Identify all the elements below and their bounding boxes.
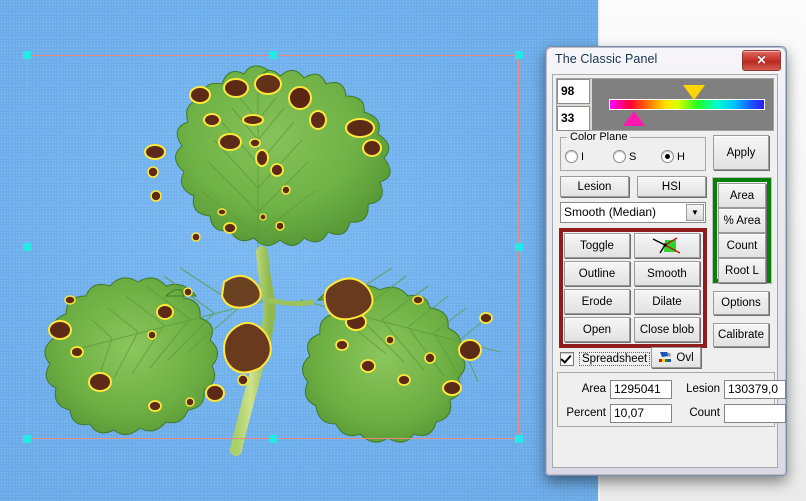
arrow-blob-icon-button[interactable] xyxy=(634,233,700,258)
morphology-group: Toggle Outline Smooth Erode Dilate Open xyxy=(559,228,707,348)
lesion-field-label: Lesion xyxy=(686,383,720,395)
count-button[interactable]: Count xyxy=(718,233,766,258)
color-plane-group: Color Plane I S H xyxy=(560,131,706,171)
dialog-client-area: 98 33 Color Plane I S H Apply Lesion HSI… xyxy=(552,74,786,468)
percent-value-field[interactable]: 10,07 xyxy=(610,404,672,423)
dialog-titlebar[interactable]: The Classic Panel ✕ xyxy=(546,47,786,73)
selection-handle-middle-left[interactable] xyxy=(23,243,31,251)
threshold-low-input[interactable]: 33 xyxy=(557,106,590,131)
ovl-button[interactable]: Ovl xyxy=(651,347,701,368)
checkbox-icon-spreadsheet[interactable] xyxy=(560,352,574,366)
selection-handle-bottom-center[interactable] xyxy=(269,435,277,443)
chevron-down-icon[interactable]: ▼ xyxy=(686,204,704,221)
percent-area-button[interactable]: % Area xyxy=(718,208,766,233)
outline-button[interactable]: Outline xyxy=(564,261,630,286)
root-length-button[interactable]: Root L xyxy=(718,258,766,283)
count-value-field[interactable] xyxy=(724,404,786,423)
selection-handle-top-left[interactable] xyxy=(23,51,31,59)
hue-threshold-panel[interactable]: 98 33 xyxy=(556,78,774,131)
measurement-group: Area % Area Count Root L xyxy=(713,178,771,283)
color-plane-legend: Color Plane xyxy=(567,131,631,143)
lesion-button[interactable]: Lesion xyxy=(560,176,629,197)
arrow-blob-icon xyxy=(652,236,681,254)
close-icon[interactable]: ✕ xyxy=(742,50,781,71)
threshold-high-input[interactable]: 98 xyxy=(557,79,590,104)
dialog-title: The Classic Panel xyxy=(555,52,658,66)
ovl-label: Ovl xyxy=(676,351,694,364)
hsi-button[interactable]: HSI xyxy=(637,176,706,197)
color-plane-radios: I S H xyxy=(565,150,703,163)
percent-field-label: Percent xyxy=(566,407,606,419)
count-field-label: Count xyxy=(689,407,720,419)
overlay-paint-icon xyxy=(659,352,672,362)
selection-handle-top-right[interactable] xyxy=(515,51,523,59)
lesion-value-field[interactable]: 130379,0 xyxy=(724,380,786,399)
results-group: Area 1295041 Lesion 130379,0 Percent 10,… xyxy=(557,372,786,427)
radio-label-s: S xyxy=(629,150,637,163)
area-value-field[interactable]: 1295041 xyxy=(610,380,672,399)
erode-button[interactable]: Erode xyxy=(564,289,630,314)
selection-handle-top-center[interactable] xyxy=(269,51,277,59)
selection-handle-bottom-left[interactable] xyxy=(23,435,31,443)
radio-color-plane-s[interactable]: S xyxy=(613,150,661,163)
radio-icon-i[interactable] xyxy=(565,150,578,163)
hue-slider-area[interactable] xyxy=(592,79,773,130)
radio-icon-h[interactable] xyxy=(661,150,674,163)
radio-icon-s[interactable] xyxy=(613,150,626,163)
open-button[interactable]: Open xyxy=(564,317,630,342)
toggle-button[interactable]: Toggle xyxy=(564,233,630,258)
radio-color-plane-h[interactable]: H xyxy=(661,150,685,163)
filter-dropdown-value: Smooth (Median) xyxy=(564,205,657,219)
selection-rectangle[interactable] xyxy=(27,55,519,439)
apply-button[interactable]: Apply xyxy=(713,135,769,170)
classic-panel-dialog[interactable]: The Classic Panel ✕ 98 33 Color Plane I … xyxy=(545,46,787,476)
calibrate-button[interactable]: Calibrate xyxy=(713,323,769,347)
radio-label-i: I xyxy=(581,150,585,163)
area-button[interactable]: Area xyxy=(718,183,766,208)
image-canvas[interactable] xyxy=(0,0,598,501)
selection-handle-bottom-right[interactable] xyxy=(515,435,523,443)
area-field-label: Area xyxy=(581,383,606,395)
spreadsheet-checkbox-row[interactable]: Spreadsheet xyxy=(560,352,651,366)
smooth-button[interactable]: Smooth xyxy=(634,261,700,286)
workspace: The Classic Panel ✕ 98 33 Color Plane I … xyxy=(0,0,806,501)
radio-color-plane-i[interactable]: I xyxy=(565,150,613,163)
close-blob-button[interactable]: Close blob xyxy=(634,317,700,342)
dilate-button[interactable]: Dilate xyxy=(634,289,700,314)
radio-label-h: H xyxy=(677,150,685,163)
down-triangle-marker[interactable] xyxy=(683,85,705,100)
options-button[interactable]: Options xyxy=(713,291,769,315)
filter-dropdown[interactable]: Smooth (Median) ▼ xyxy=(560,202,706,223)
selection-handle-middle-right[interactable] xyxy=(515,243,523,251)
up-triangle-marker[interactable] xyxy=(623,111,645,126)
spreadsheet-label: Spreadsheet xyxy=(579,352,651,366)
hue-gradient-bar[interactable] xyxy=(609,99,765,110)
